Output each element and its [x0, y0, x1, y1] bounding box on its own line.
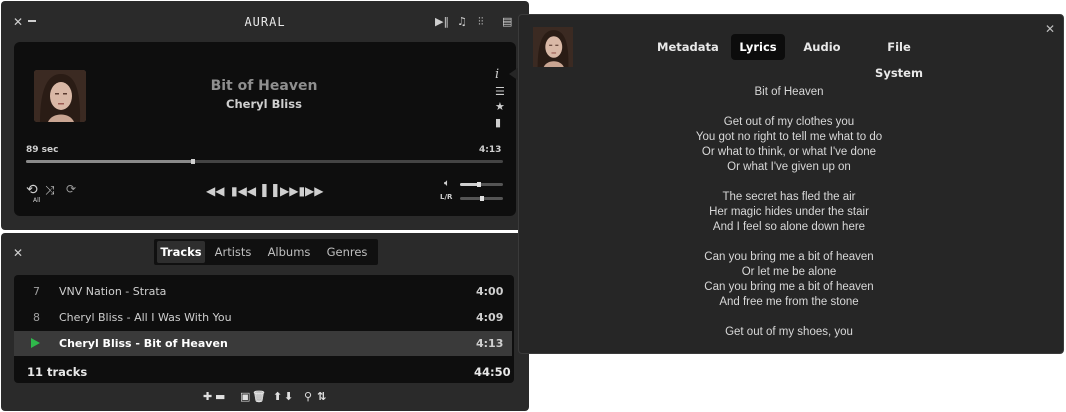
tab-artists[interactable]: Artists [209, 241, 257, 263]
lyrics-text: Bit of Heaven Get out of my clothes you … [639, 85, 939, 340]
music-note-list-icon[interactable]: ♫ [457, 15, 467, 28]
track-duration[interactable]: 4:13 [479, 145, 501, 155]
repeat-mode-label: All [33, 197, 41, 204]
seek-progress-fill [26, 160, 193, 163]
table-row[interactable]: 7 VNV Nation - Strata 4:00 [14, 279, 512, 304]
seek-knob[interactable] [190, 159, 195, 164]
lyrics-line: You got no right to tell me what to do [695, 131, 883, 143]
queue-list-icon[interactable]: ☰ [495, 85, 505, 98]
tab-audio[interactable]: Audio [801, 34, 843, 60]
equalizer-icon[interactable]: ⫶⫶ [478, 15, 484, 29]
track-name: Cheryl Bliss - Bit of Heaven [59, 337, 228, 350]
next-track-icon[interactable]: ▶▶▮ [280, 184, 305, 198]
search-icon[interactable]: ⚲ [304, 390, 312, 403]
tab-lyrics[interactable]: Lyrics [731, 34, 785, 60]
balance-knob[interactable] [479, 196, 484, 201]
lyrics-line: The secret has fled the air [722, 191, 856, 203]
table-row[interactable]: 8 Cheryl Bliss - All I Was With You 4:09 [14, 305, 512, 330]
tab-file-system[interactable]: File System [865, 34, 933, 80]
elapsed-time[interactable]: 89 sec [26, 145, 58, 155]
close-icon[interactable]: ✕ [13, 246, 23, 260]
track-duration: 4:13 [476, 337, 504, 350]
sort-icon[interactable]: ⇅ [317, 390, 326, 403]
lyrics-line: Can you bring me a bit of heaven [704, 281, 874, 293]
lyrics-line [639, 100, 939, 115]
close-icon[interactable]: ✕ [13, 15, 23, 29]
lyrics-line: Get out of my clothes you [723, 116, 855, 128]
lyrics-line: Can you bring me a bit of heaven [704, 251, 874, 263]
total-duration: 44:50 [474, 365, 511, 379]
track-title: Bit of Heaven [210, 78, 318, 94]
ab-loop-icon[interactable]: ⟳ [66, 182, 76, 196]
move-up-icon[interactable]: ⬆ [273, 390, 282, 403]
move-down-icon[interactable]: ⬇ [284, 390, 293, 403]
tab-albums[interactable]: Albums [263, 241, 315, 263]
track-list: 7 VNV Nation - Strata 4:00 8 Cheryl Blis… [14, 275, 514, 383]
tab-metadata[interactable]: Metadata [657, 34, 719, 60]
balance-label: L/R [440, 193, 453, 201]
album-art[interactable] [34, 70, 86, 122]
player-titlebar[interactable]: ✕ AURAL ▶‖ ♫ ⫶⫶ ▤ [1, 1, 529, 41]
lyrics-line: And free me from the stone [719, 296, 859, 308]
repeat-icon[interactable]: ⟲ [26, 182, 38, 198]
app-title: AURAL [244, 15, 286, 29]
player-window: ✕ AURAL ▶‖ ♫ ⫶⫶ ▤ Bit of Heaven Cheryl B… [1, 1, 529, 230]
minimize-icon[interactable] [28, 20, 36, 22]
playlist-window: ✕ Tracks Artists Albums Genres 7 VNV Nat… [1, 233, 529, 411]
volume-slider[interactable] [460, 182, 503, 187]
lyrics-line: Get out of my shoes, you [725, 326, 853, 338]
add-tracks-icon[interactable]: ✚ [203, 390, 212, 403]
table-row-playing[interactable]: Cheryl Bliss - Bit of Heaven 4:13 [14, 331, 512, 356]
track-artist: Cheryl Bliss [226, 97, 302, 111]
save-playlist-icon[interactable]: ▣ [240, 390, 250, 403]
pause-icon[interactable]: ❚❚ [259, 183, 281, 198]
tab-genres[interactable]: Genres [321, 241, 373, 263]
track-info-popover: ✕ Metadata Lyrics Audio File System Bit … [518, 14, 1064, 354]
lyrics-line [639, 175, 939, 190]
seek-slider[interactable] [26, 159, 503, 164]
lyrics-line: Or what I've given up on [727, 161, 851, 173]
shuffle-icon[interactable]: ⤨ [45, 183, 55, 198]
lyrics-line [639, 310, 939, 325]
lyrics-line: Her magic hides under the stair [709, 206, 869, 218]
track-count: 11 tracks [27, 365, 88, 379]
seek-forward-icon[interactable]: ▶▶ [305, 184, 323, 198]
track-name: VNV Nation - Strata [59, 285, 167, 298]
balance-slider[interactable] [460, 196, 503, 201]
bookmark-icon[interactable]: ▮ [495, 116, 501, 129]
close-icon[interactable]: ✕ [1045, 22, 1055, 36]
info-icon[interactable]: i [495, 67, 499, 82]
clear-playlist-icon[interactable]: 🗑︎ [252, 390, 266, 403]
track-name: Cheryl Bliss - All I Was With You [59, 311, 232, 324]
playlist-toggle-icon[interactable]: ▶‖ [435, 15, 449, 28]
lyrics-line [639, 235, 939, 250]
track-duration: 4:00 [476, 285, 504, 298]
album-art-thumbnail [533, 27, 573, 67]
playlist-tab-bar: Tracks Artists Albums Genres [154, 239, 378, 265]
lyrics-line: Bit of Heaven [754, 86, 824, 98]
track-number: 7 [33, 285, 40, 298]
lyrics-line: Or let me be alone [741, 266, 837, 278]
remove-tracks-icon[interactable]: ▬ [215, 390, 225, 403]
seek-backward-icon[interactable]: ◀◀ [206, 184, 224, 198]
lyrics-line: Or what to think, or what I've done [701, 146, 877, 158]
track-number: 8 [33, 311, 40, 324]
layout-icon[interactable]: ▤ [502, 15, 512, 28]
previous-track-icon[interactable]: ▮◀◀ [231, 184, 256, 198]
favorite-star-icon[interactable]: ★ [495, 100, 505, 113]
track-duration: 4:09 [476, 311, 504, 324]
lyrics-line: And I feel so alone down here [712, 221, 866, 233]
now-playing-icon [31, 338, 40, 348]
volume-mute-icon[interactable]: 🔈︎ [444, 178, 450, 189]
volume-knob[interactable] [477, 182, 482, 187]
tab-tracks[interactable]: Tracks [157, 241, 205, 263]
player-panel: Bit of Heaven Cheryl Bliss i ☰ ★ ▮ 89 se… [14, 42, 516, 216]
